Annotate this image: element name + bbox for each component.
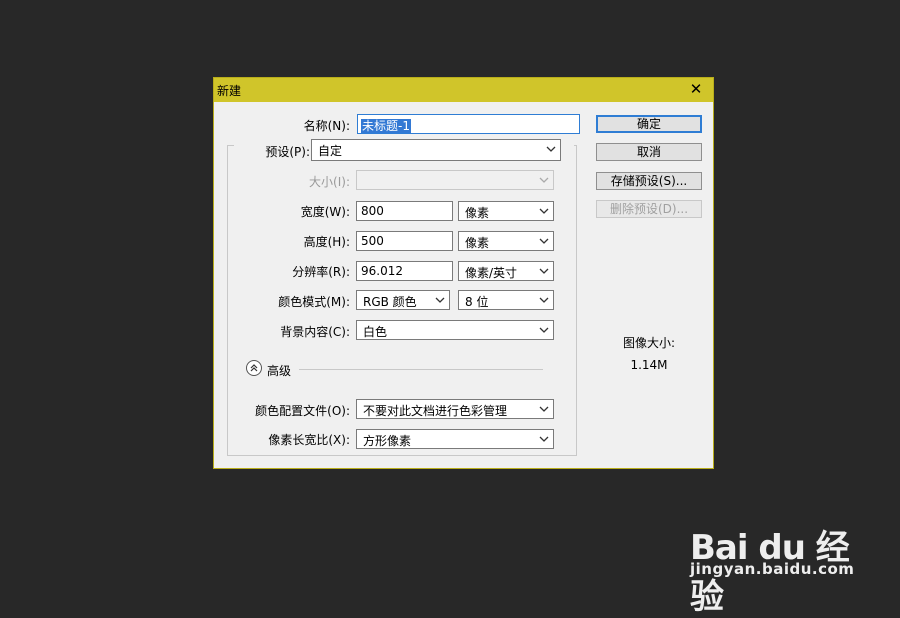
- chevron-down-icon: [546, 146, 556, 152]
- resolution-unit-select[interactable]: 像素/英寸: [458, 261, 554, 281]
- pixel-aspect-label: 像素长宽比(X):: [268, 433, 350, 447]
- baidu-jingyan-watermark: Bai du 经验 jingyan.baidu.com: [690, 500, 860, 617]
- resolution-label: 分辨率(R):: [292, 265, 350, 279]
- width-unit-select[interactable]: 像素: [458, 201, 554, 221]
- bit-depth-select[interactable]: 8 位: [458, 290, 554, 310]
- advanced-divider: [299, 369, 543, 370]
- chevron-down-icon: [539, 238, 549, 244]
- width-label: 宽度(W):: [300, 205, 350, 219]
- color-mode-select[interactable]: RGB 颜色: [356, 290, 450, 310]
- width-input[interactable]: 800: [356, 201, 453, 221]
- image-size-label: 图像大小:: [622, 336, 676, 350]
- resolution-unit-value: 像素/英寸: [465, 266, 518, 280]
- delete-preset-button: 删除预设(D)...: [596, 200, 702, 218]
- name-label: 名称(N):: [303, 119, 350, 133]
- advanced-label: 高级: [267, 364, 292, 378]
- ok-button[interactable]: 确定: [596, 115, 702, 133]
- chevron-down-icon: [539, 327, 549, 333]
- chevron-down-icon: [539, 268, 549, 274]
- dialog-title: 新建: [217, 84, 242, 98]
- color-profile-value: 不要对此文档进行色彩管理: [363, 404, 508, 418]
- chevron-down-icon: [539, 208, 549, 214]
- cancel-button[interactable]: 取消: [596, 143, 702, 161]
- background-label: 背景内容(C):: [280, 325, 350, 339]
- size-select: [356, 170, 554, 190]
- bit-depth-value: 8 位: [465, 295, 489, 309]
- close-icon[interactable]: ✕: [687, 80, 705, 98]
- background-select[interactable]: 白色: [356, 320, 554, 340]
- width-unit-value: 像素: [465, 206, 490, 220]
- advanced-toggle[interactable]: [246, 360, 262, 376]
- name-input[interactable]: 未标题-1: [357, 114, 580, 134]
- chevron-down-icon: [435, 297, 445, 303]
- save-preset-button[interactable]: 存储预设(S)...: [596, 172, 702, 190]
- preset-value: 自定: [318, 144, 343, 158]
- chevron-down-icon: [539, 406, 549, 412]
- chevron-down-icon: [539, 436, 549, 442]
- dialog-titlebar[interactable]: 新建 ✕: [214, 78, 713, 102]
- preset-select[interactable]: 自定: [311, 139, 561, 161]
- height-unit-select[interactable]: 像素: [458, 231, 554, 251]
- chevron-up-double-icon: [250, 364, 258, 372]
- name-value: 未标题-1: [361, 119, 411, 133]
- new-document-dialog: 新建 ✕ 名称(N): 未标题-1 预设(P): 自定 大小(I): 宽度(W)…: [213, 77, 714, 469]
- pixel-aspect-select[interactable]: 方形像素: [356, 429, 554, 449]
- pixel-aspect-value: 方形像素: [363, 434, 412, 448]
- color-mode-value: RGB 颜色: [363, 295, 417, 309]
- image-size-value: 1.14M: [630, 358, 668, 372]
- height-label: 高度(H):: [303, 235, 350, 249]
- chevron-down-icon: [539, 177, 549, 183]
- chevron-down-icon: [539, 297, 549, 303]
- watermark-url: jingyan.baidu.com: [690, 560, 855, 578]
- size-label: 大小(I):: [309, 175, 350, 189]
- background-value: 白色: [363, 325, 388, 339]
- color-profile-select[interactable]: 不要对此文档进行色彩管理: [356, 399, 554, 419]
- height-unit-value: 像素: [465, 236, 490, 250]
- color-mode-label: 颜色模式(M):: [278, 295, 350, 309]
- height-input[interactable]: 500: [356, 231, 453, 251]
- color-profile-label: 颜色配置文件(O):: [255, 404, 350, 418]
- resolution-input[interactable]: 96.012: [356, 261, 453, 281]
- preset-label: 预设(P):: [265, 145, 310, 159]
